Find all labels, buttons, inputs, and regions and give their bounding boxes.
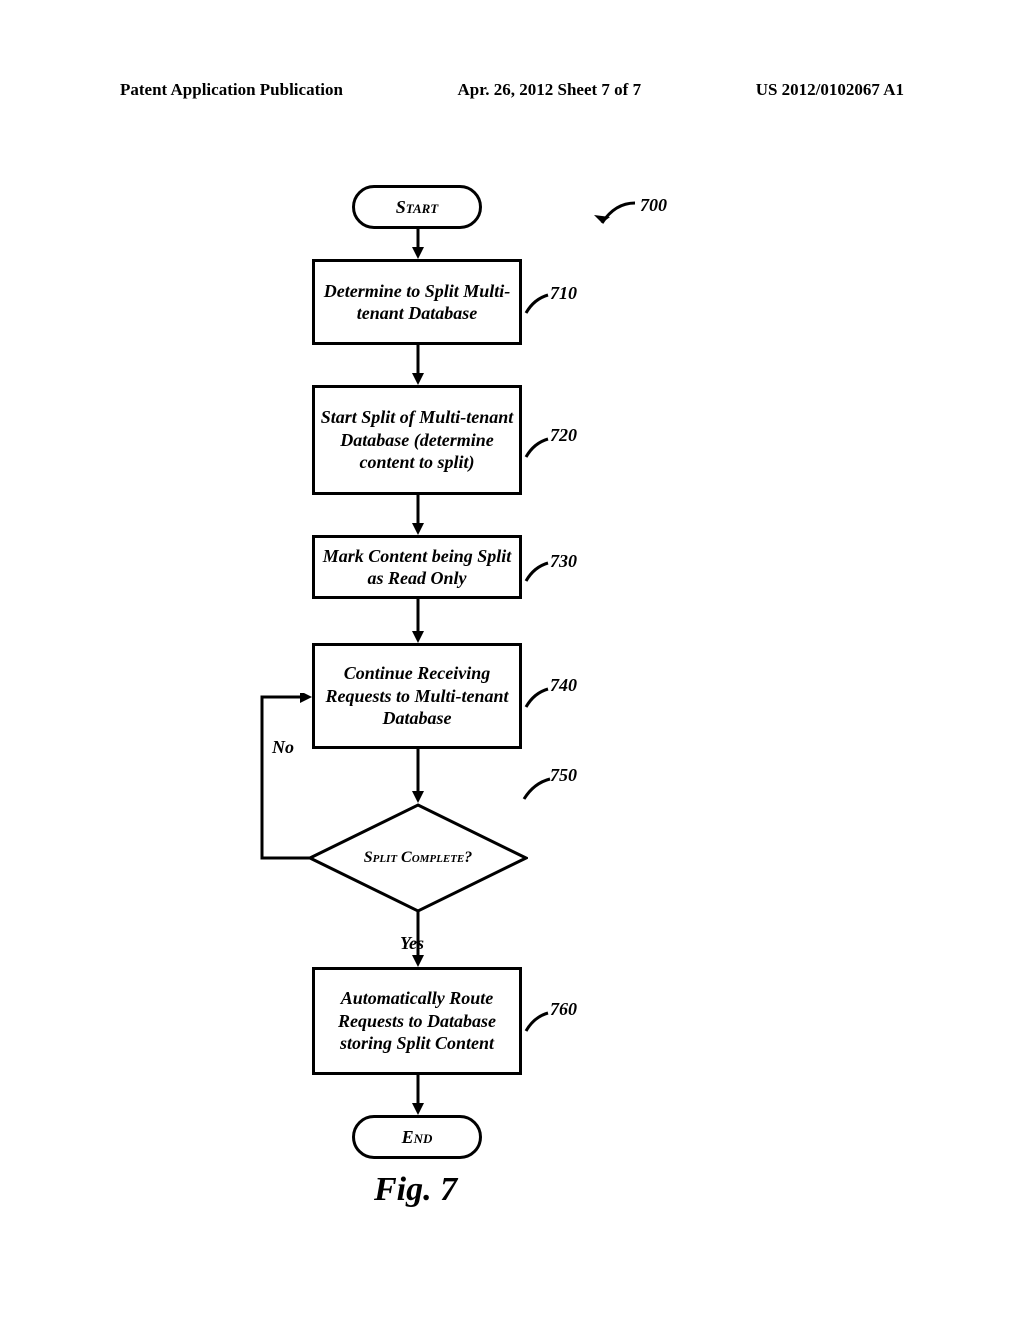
start-label: Start — [396, 197, 439, 218]
process-box-730: Mark Content being Split as Read Only — [312, 535, 522, 599]
arrow-icon — [412, 1075, 424, 1115]
process-text: Determine to Split Multi-tenant Database — [319, 280, 515, 325]
end-terminator: End — [352, 1115, 482, 1159]
arrow-icon — [412, 495, 424, 535]
reference-label-750: 750 — [550, 765, 577, 786]
start-terminator: Start — [352, 185, 482, 229]
header-right: US 2012/0102067 A1 — [756, 80, 904, 100]
arrow-icon — [412, 749, 424, 803]
process-text: Continue Receiving Requests to Multi-ten… — [319, 662, 515, 730]
arrow-icon — [412, 345, 424, 385]
process-text: Mark Content being Split as Read Only — [319, 545, 515, 590]
page-header: Patent Application Publication Apr. 26, … — [0, 80, 1024, 100]
reference-pointer-icon — [522, 437, 552, 463]
end-label: End — [402, 1127, 433, 1148]
reference-label-730: 730 — [550, 551, 577, 572]
decision-text: Split Complete? — [308, 803, 528, 913]
process-box-760: Automatically Route Requests to Database… — [312, 967, 522, 1075]
arrow-icon — [412, 599, 424, 643]
reference-label-720: 720 — [550, 425, 577, 446]
reference-pointer-icon — [522, 561, 552, 587]
reference-pointer-icon — [590, 193, 640, 233]
reference-pointer-icon — [522, 687, 552, 713]
reference-pointer-icon — [522, 293, 552, 319]
edge-no-label: No — [272, 737, 294, 758]
reference-label-740: 740 — [550, 675, 577, 696]
loop-arrow-icon — [258, 693, 318, 863]
header-center: Apr. 26, 2012 Sheet 7 of 7 — [458, 80, 642, 100]
process-box-740: Continue Receiving Requests to Multi-ten… — [312, 643, 522, 749]
process-text: Automatically Route Requests to Database… — [319, 987, 515, 1055]
arrow-icon — [412, 229, 424, 259]
decision-box-750: Split Complete? — [308, 803, 528, 913]
flowchart: 700 Start Determine to Split Multi-tenan… — [0, 175, 1024, 1175]
reference-label-710: 710 — [550, 283, 577, 304]
process-text: Start Split of Multi-tenant Database (de… — [319, 406, 515, 474]
reference-pointer-icon — [520, 777, 554, 805]
process-box-720: Start Split of Multi-tenant Database (de… — [312, 385, 522, 495]
reference-pointer-icon — [522, 1011, 552, 1037]
process-box-710: Determine to Split Multi-tenant Database — [312, 259, 522, 345]
reference-label-700: 700 — [640, 195, 667, 216]
reference-label-760: 760 — [550, 999, 577, 1020]
header-left: Patent Application Publication — [120, 80, 343, 100]
figure-caption: Fig. 7 — [374, 1171, 457, 1209]
edge-yes-label: Yes — [400, 933, 424, 954]
